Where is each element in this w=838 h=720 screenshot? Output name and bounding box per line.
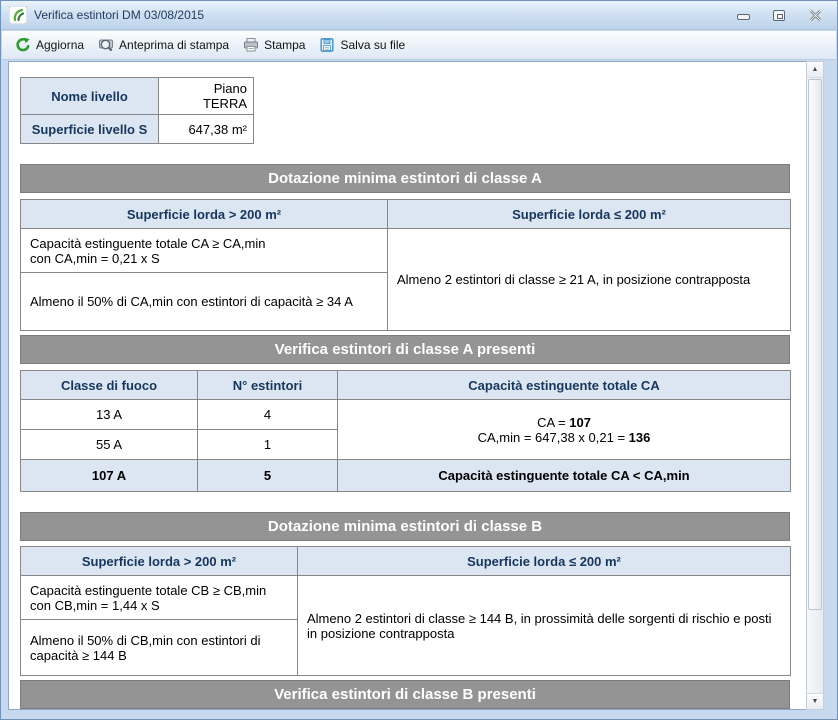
superficie-livello-value: 647,38 m² xyxy=(159,115,254,144)
verifica-result-a: Capacità estinguente totale CA < CA,min xyxy=(338,460,791,492)
dotazione-a-table: Superficie lorda > 200 m² Superficie lor… xyxy=(20,199,791,331)
total-classe: 107 A xyxy=(21,460,198,492)
table-row: Capacità estinguente totale CB ≥ CB,min … xyxy=(21,576,791,620)
nome-livello-label: Nome livello xyxy=(21,78,159,115)
close-icon xyxy=(809,10,822,21)
req2-a: Almeno il 50% di CA,min con estintori di… xyxy=(21,273,388,331)
capacita-calc-cell: CA = 107 CA,min = 647,38 x 0,21 = 136 xyxy=(338,400,791,460)
window-title: Verifica estintori DM 03/08/2015 xyxy=(34,8,204,22)
classe-cell: 55 A xyxy=(21,430,198,460)
table-row: Superficie lorda > 200 m² Superficie lor… xyxy=(21,547,791,576)
salva-su-file-button[interactable]: Salva su file xyxy=(312,34,412,56)
print-preview-icon xyxy=(98,37,114,53)
vertical-scrollbar[interactable]: ▲ ▼ xyxy=(806,61,824,710)
stampa-label: Stampa xyxy=(264,38,305,52)
col-header-n-estintori: N° estintori xyxy=(198,371,338,400)
app-window: Verifica estintori DM 03/08/2015 Aggiorn… xyxy=(0,0,838,720)
anteprima-di-stampa-button[interactable]: Anteprima di stampa xyxy=(91,34,236,56)
col-header-le200-b: Superficie lorda ≤ 200 m² xyxy=(298,547,791,576)
alt-b: Almeno 2 estintori di classe ≥ 144 B, in… xyxy=(298,576,791,676)
col-header-le200-a: Superficie lorda ≤ 200 m² xyxy=(388,200,791,229)
col-header-gt200-a: Superficie lorda > 200 m² xyxy=(21,200,388,229)
num-cell: 1 xyxy=(198,430,338,460)
scroll-up-button[interactable]: ▲ xyxy=(807,62,823,78)
section-title-verifica-a: Verifica estintori di classe A presenti xyxy=(20,335,790,364)
camin-value: 136 xyxy=(629,430,651,445)
save-icon xyxy=(319,37,335,53)
table-row: Nome livello Piano TERRA xyxy=(21,78,254,115)
col-header-classe-fuoco: Classe di fuoco xyxy=(21,371,198,400)
scroll-down-button[interactable]: ▼ xyxy=(807,693,823,709)
table-row: Superficie lorda > 200 m² Superficie lor… xyxy=(21,200,791,229)
app-logo-icon xyxy=(9,6,27,24)
verifica-a-table: Classe di fuoco N° estintori Capacità es… xyxy=(20,370,791,492)
window-controls xyxy=(735,9,829,21)
nome-livello-value: Piano TERRA xyxy=(159,78,254,115)
dotazione-b-table: Superficie lorda > 200 m² Superficie lor… xyxy=(20,546,791,676)
anteprima-label: Anteprima di stampa xyxy=(119,38,229,52)
section-title-verifica-b: Verifica estintori di classe B presenti xyxy=(20,680,790,709)
alt-a: Almeno 2 estintori di classe ≥ 21 A, in … xyxy=(388,229,791,331)
minimize-button[interactable] xyxy=(735,9,751,21)
salva-label: Salva su file xyxy=(340,38,405,52)
table-row: Capacità estinguente totale CA ≥ CA,min … xyxy=(21,229,791,273)
num-cell: 4 xyxy=(198,400,338,430)
title-bar: Verifica estintori DM 03/08/2015 xyxy=(1,1,837,30)
ca-line: CA = 107 xyxy=(346,415,782,430)
classe-cell: 13 A xyxy=(21,400,198,430)
restore-button[interactable] xyxy=(771,9,787,21)
aggiorna-button[interactable]: Aggiorna xyxy=(8,34,91,56)
section-title-dotazione-a: Dotazione minima estintori di classe A xyxy=(20,164,790,193)
req1-a: Capacità estinguente totale CA ≥ CA,min … xyxy=(21,229,388,273)
table-row: Classe di fuoco N° estintori Capacità es… xyxy=(21,371,791,400)
col-header-capacita: Capacità estinguente totale CA xyxy=(338,371,791,400)
toolbar: Aggiorna Anteprima di stampa Stampa xyxy=(2,31,836,60)
report-panel: Nome livello Piano TERRA Superficie live… xyxy=(8,61,807,710)
stampa-button[interactable]: Stampa xyxy=(236,34,312,56)
ca-value: 107 xyxy=(569,415,591,430)
level-info-table: Nome livello Piano TERRA Superficie live… xyxy=(20,77,254,144)
col-header-gt200-b: Superficie lorda > 200 m² xyxy=(21,547,298,576)
section-title-dotazione-b: Dotazione minima estintori di classe B xyxy=(20,512,790,541)
superficie-livello-label: Superficie livello S xyxy=(21,115,159,144)
table-row: Superficie livello S 647,38 m² xyxy=(21,115,254,144)
table-row: 13 A 4 CA = 107 CA,min = 647,38 x 0,21 =… xyxy=(21,400,791,430)
refresh-icon xyxy=(15,37,31,53)
close-button[interactable] xyxy=(807,9,823,21)
scrollbar-thumb[interactable] xyxy=(808,79,822,610)
camin-line: CA,min = 647,38 x 0,21 = 136 xyxy=(346,430,782,445)
total-n: 5 xyxy=(198,460,338,492)
aggiorna-label: Aggiorna xyxy=(36,38,84,52)
total-row: 107 A 5 Capacità estinguente totale CA <… xyxy=(21,460,791,492)
printer-icon xyxy=(243,37,259,53)
req2-b: Almeno il 50% di CB,min con estintori di… xyxy=(21,620,298,676)
req1-b: Capacità estinguente totale CB ≥ CB,min … xyxy=(21,576,298,620)
